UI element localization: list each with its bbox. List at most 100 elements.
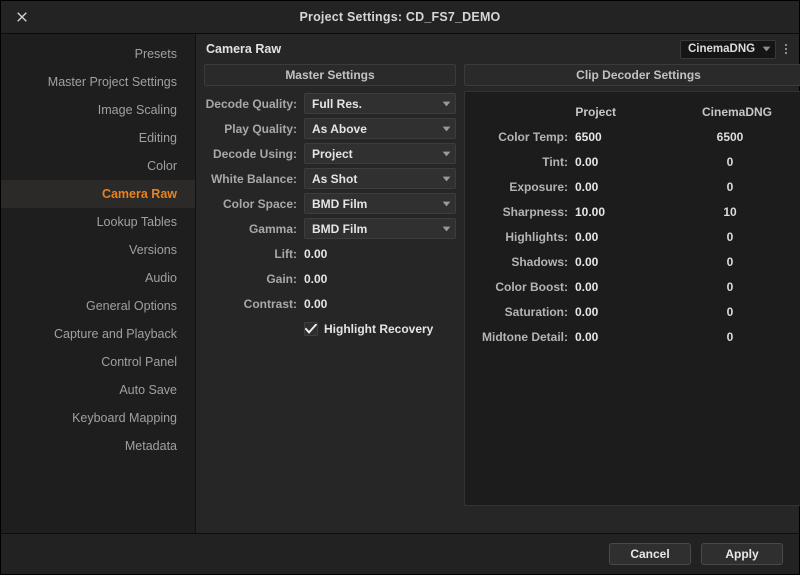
label-lift: Lift: <box>274 246 297 261</box>
clip-value-color-boost: 0 <box>726 279 734 294</box>
clip-value-tint: 0 <box>726 154 734 169</box>
column-header-project: Project <box>575 105 616 119</box>
row-midtone-detail: Midtone Detail: 0.00 0 <box>465 324 800 349</box>
clip-value-color-temp: 6500 <box>716 129 744 144</box>
row-decode-using: Decode Using: Project <box>204 141 456 166</box>
sidebar-item-label: Audio <box>145 271 177 285</box>
value-white-balance: As Shot <box>312 171 358 186</box>
chevron-down-icon <box>762 46 771 52</box>
sidebar-item-versions[interactable]: Versions <box>1 236 195 264</box>
clip-value-saturation: 0 <box>726 304 734 319</box>
value-lift[interactable]: 0.00 <box>304 247 327 261</box>
label-exposure: Exposure: <box>509 179 568 194</box>
project-value-exposure[interactable]: 0.00 <box>575 180 655 194</box>
sidebar-item-camera-raw[interactable]: Camera Raw <box>1 180 195 208</box>
project-value-shadows[interactable]: 0.00 <box>575 255 655 269</box>
apply-button[interactable]: Apply <box>701 543 783 565</box>
dropdown-white-balance[interactable]: As Shot <box>304 168 456 189</box>
chevron-down-icon <box>442 151 451 156</box>
dropdown-decode-using[interactable]: Project <box>304 143 456 164</box>
sidebar-item-color[interactable]: Color <box>1 152 195 180</box>
label-highlights: Highlights: <box>505 229 568 244</box>
dropdown-decode-quality[interactable]: Full Res. <box>304 93 456 114</box>
chevron-down-icon <box>442 226 451 231</box>
row-highlight-recovery: Highlight Recovery <box>204 316 456 342</box>
row-shadows: Shadows: 0.00 0 <box>465 249 800 274</box>
project-value-midtone-detail[interactable]: 0.00 <box>575 330 655 344</box>
project-value-color-temp[interactable]: 6500 <box>575 130 655 144</box>
row-lift: Lift: 0.00 <box>204 241 456 266</box>
sidebar-item-presets[interactable]: Presets <box>1 40 195 68</box>
project-value-tint[interactable]: 0.00 <box>575 155 655 169</box>
camera-raw-preset-select[interactable]: CinemaDNG <box>680 39 776 59</box>
sidebar-item-label: Versions <box>129 243 177 257</box>
master-settings-column: Master Settings Decode Quality: Full Res… <box>204 64 456 533</box>
sidebar-item-control-panel[interactable]: Control Panel <box>1 348 195 376</box>
sidebar-item-lookup-tables[interactable]: Lookup Tables <box>1 208 195 236</box>
value-play-quality: As Above <box>312 121 367 136</box>
label-gain: Gain: <box>266 271 297 286</box>
cancel-button[interactable]: Cancel <box>609 543 691 565</box>
sidebar-item-audio[interactable]: Audio <box>1 264 195 292</box>
label-midtone-detail: Midtone Detail: <box>482 329 568 344</box>
row-gamma: Gamma: BMD Film <box>204 216 456 241</box>
value-color-space: BMD Film <box>312 196 368 211</box>
sidebar-item-label: Lookup Tables <box>96 215 177 229</box>
dropdown-gamma[interactable]: BMD Film <box>304 218 456 239</box>
sidebar-item-image-scaling[interactable]: Image Scaling <box>1 96 195 124</box>
close-icon[interactable] <box>13 8 31 26</box>
clip-value-sharpness: 10 <box>723 204 737 219</box>
project-value-sharpness[interactable]: 10.00 <box>575 205 655 219</box>
clip-value-shadows: 0 <box>726 254 734 269</box>
label-color-space: Color Space: <box>222 196 297 211</box>
label-decode-quality: Decode Quality: <box>205 96 297 111</box>
camera-raw-panel: Camera Raw CinemaDNG Master Settings Dec… <box>196 34 800 533</box>
label-sharpness: Sharpness: <box>502 204 568 219</box>
row-contrast: Contrast: 0.00 <box>204 291 456 316</box>
sidebar-item-label: Control Panel <box>101 355 177 369</box>
clip-value-exposure: 0 <box>726 179 734 194</box>
sidebar-item-auto-save[interactable]: Auto Save <box>1 376 195 404</box>
panel-header: Camera Raw CinemaDNG <box>196 34 799 64</box>
label-color-temp: Color Temp: <box>498 129 568 144</box>
highlight-recovery-label: Highlight Recovery <box>324 322 434 336</box>
vertical-dots-icon[interactable] <box>779 40 793 59</box>
camera-raw-preset-value: CinemaDNG <box>688 43 756 55</box>
checkmark-icon <box>305 324 317 334</box>
sidebar-item-keyboard-mapping[interactable]: Keyboard Mapping <box>1 404 195 432</box>
project-value-saturation[interactable]: 0.00 <box>575 305 655 319</box>
settings-columns: Master Settings Decode Quality: Full Res… <box>196 64 800 533</box>
sidebar-item-capture-and-playback[interactable]: Capture and Playback <box>1 320 195 348</box>
settings-sidebar: Presets Master Project Settings Image Sc… <box>1 34 196 533</box>
value-gamma: BMD Film <box>312 221 368 236</box>
sidebar-item-general-options[interactable]: General Options <box>1 292 195 320</box>
value-contrast[interactable]: 0.00 <box>304 297 327 311</box>
sidebar-item-metadata[interactable]: Metadata <box>1 432 195 460</box>
project-settings-window: Project Settings: CD_FS7_DEMO Presets Ma… <box>0 0 800 575</box>
chevron-down-icon <box>442 101 451 106</box>
label-play-quality: Play Quality: <box>224 121 297 136</box>
label-saturation: Saturation: <box>504 304 568 319</box>
sidebar-item-master-project-settings[interactable]: Master Project Settings <box>1 68 195 96</box>
chevron-down-icon <box>442 201 451 206</box>
sidebar-item-label: Auto Save <box>119 383 177 397</box>
highlight-recovery-checkbox[interactable] <box>304 322 318 336</box>
row-color-space: Color Space: BMD Film <box>204 191 456 216</box>
page-title: Project Settings: CD_FS7_DEMO <box>299 10 501 24</box>
row-play-quality: Play Quality: As Above <box>204 116 456 141</box>
project-value-color-boost[interactable]: 0.00 <box>575 280 655 294</box>
label-white-balance: White Balance: <box>210 171 297 186</box>
dropdown-play-quality[interactable]: As Above <box>304 118 456 139</box>
master-settings-header: Master Settings <box>204 64 456 86</box>
column-header-clip: CinemaDNG <box>701 105 772 119</box>
dropdown-color-space[interactable]: BMD Film <box>304 193 456 214</box>
value-gain[interactable]: 0.00 <box>304 272 327 286</box>
project-value-highlights[interactable]: 0.00 <box>575 230 655 244</box>
label-gamma: Gamma: <box>248 221 297 236</box>
row-color-temp: Color Temp: 6500 6500 <box>465 124 800 149</box>
sidebar-item-label: Camera Raw <box>101 187 177 201</box>
sidebar-item-editing[interactable]: Editing <box>1 124 195 152</box>
row-white-balance: White Balance: As Shot <box>204 166 456 191</box>
label-tint: Tint: <box>542 154 568 169</box>
sidebar-item-label: Metadata <box>124 439 177 453</box>
